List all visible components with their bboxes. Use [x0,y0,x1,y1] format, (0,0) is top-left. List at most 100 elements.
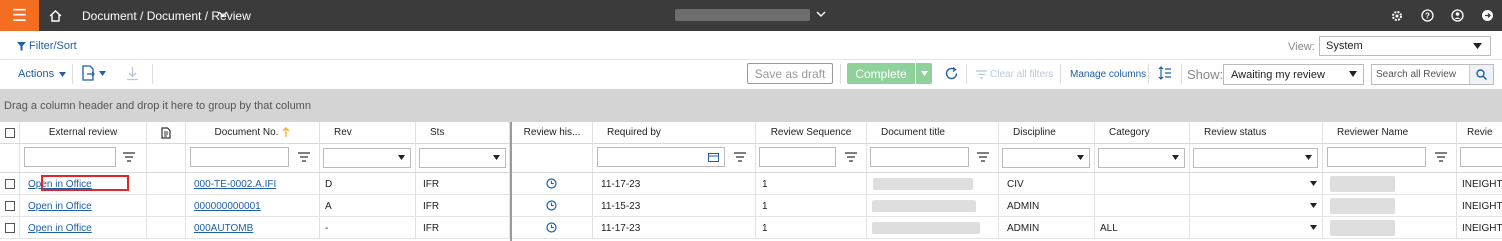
filter-select-review-status[interactable] [1193,148,1318,168]
toolbar-divider [1060,64,1061,84]
filter-input-external-review[interactable] [24,147,116,167]
table-row[interactable]: Open in Office 000000000001 A IFR 11-15-… [0,195,1502,217]
clear-all-filters-button[interactable]: Clear all filters [976,69,1053,80]
table-row[interactable]: Open in Office 000AUTOMB - IFR 11-17-23 … [0,217,1502,239]
column-header-document-title[interactable]: Document title [867,122,999,143]
column-header-reviewer-name[interactable]: Reviewer Name [1323,122,1457,143]
review-status-cell[interactable] [1190,173,1323,194]
export-menu-button[interactable] [82,65,106,81]
clock-icon[interactable] [546,178,557,189]
column-header-external-review[interactable]: External review [20,122,147,143]
refresh-icon[interactable] [944,66,959,84]
filter-select-category[interactable] [1098,148,1185,168]
dropdown-arrow-icon [1310,181,1317,186]
complete-dropdown-button[interactable] [916,63,932,84]
table-row[interactable]: Open in Office 000-TE-0002.A.IFI D IFR 1… [0,173,1502,195]
column-header-review-status[interactable]: Review status [1190,122,1323,143]
search-button[interactable] [1469,65,1493,84]
frozen-column-divider[interactable] [510,122,512,241]
filter-input-last[interactable] [1460,147,1502,167]
calendar-icon[interactable] [708,152,719,162]
clock-icon[interactable] [546,222,557,233]
grid-filter-row [0,144,1502,173]
group-by-drop-zone[interactable]: Drag a column header and drop it here to… [0,89,1502,122]
review-status-cell[interactable] [1190,195,1323,216]
line-height-icon[interactable] [1158,66,1172,83]
show-filter-select[interactable]: Awaiting my review [1223,64,1364,85]
grid-header-row: External review Document No. Rev Sts Rev… [0,122,1502,144]
column-header-discipline[interactable]: Discipline [999,122,1095,143]
document-no-link[interactable]: 000-TE-0002.A.IFI [194,179,276,190]
document-no-cell: 000000000001 [186,195,320,216]
column-header-attachment[interactable] [147,122,186,143]
search-input[interactable] [1372,65,1469,84]
column-header-document-no[interactable]: Document No. [186,122,320,143]
toolbar-divider [1148,64,1149,84]
logout-icon[interactable] [1472,0,1502,31]
complete-button[interactable]: Complete [847,63,915,84]
column-header-category[interactable]: Category [1095,122,1190,143]
filter-input-review-sequence[interactable] [759,147,836,167]
external-review-cell: Open in Office [20,173,147,194]
column-header-required-by[interactable]: Required by [593,122,756,143]
caret-down-icon [920,71,928,76]
category-cell: ALL [1095,217,1190,238]
download-icon[interactable] [126,66,139,84]
view-select[interactable]: System [1319,36,1491,56]
filter-lines-icon[interactable] [734,152,746,162]
review-status-cell[interactable] [1190,217,1323,238]
filter-input-reviewer-name[interactable] [1327,147,1426,167]
filter-select-sts[interactable] [419,148,506,168]
filter-input-document-no[interactable] [190,147,289,167]
account-icon[interactable] [1442,0,1472,31]
filter-input-required-by[interactable] [597,147,725,167]
filter-cell-document-title [867,144,999,172]
search-icon [1476,69,1487,80]
actions-label: Actions [18,68,55,80]
menu-icon[interactable]: ☰ [0,0,39,31]
filter-cell-discipline [999,144,1095,172]
filter-sort-button[interactable]: Filter/Sort [17,40,77,52]
filter-select-rev[interactable] [323,148,411,168]
filter-lines-icon[interactable] [298,152,310,162]
row-checkbox[interactable] [5,223,15,233]
filter-sort-label: Filter/Sort [29,40,77,52]
discipline-cell: ADMIN [999,217,1095,238]
row-checkbox[interactable] [5,201,15,211]
filter-lines-icon[interactable] [1435,152,1447,162]
filter-lines-icon[interactable] [123,152,135,162]
filter-cell-sts [416,144,510,172]
filter-lines-icon[interactable] [977,152,989,162]
filter-lines-icon[interactable] [845,152,857,162]
column-header-sts[interactable]: Sts [416,122,510,143]
manage-columns-button[interactable]: Manage columns [1070,69,1146,80]
project-chevron-down-icon[interactable] [815,8,827,23]
column-header-last[interactable]: Revie [1457,122,1502,143]
row-checkbox[interactable] [5,179,15,189]
toolbar-divider [1181,64,1182,84]
document-no-link[interactable]: 000000000001 [194,201,261,212]
column-header-rev[interactable]: Rev [320,122,416,143]
dropdown-arrow-icon [1473,43,1482,49]
open-in-office-link[interactable]: Open in Office [28,223,92,234]
filter-cell-required-by [593,144,756,172]
column-header-review-sequence[interactable]: Review Sequence [756,122,867,143]
search-box [1371,64,1494,85]
filter-input-document-title[interactable] [870,147,969,167]
help-icon[interactable]: ? [1412,0,1442,31]
open-in-office-link[interactable]: Open in Office [28,201,92,212]
document-no-link[interactable]: 000AUTOMB [194,223,253,234]
column-header-review-history[interactable]: Review his... [512,122,593,143]
settings-icon[interactable] [1382,0,1412,31]
clock-icon[interactable] [546,200,557,211]
toolbar: Actions Save as draft Complete Clear all… [0,60,1502,88]
home-icon[interactable] [45,0,65,31]
actions-menu-button[interactable]: Actions [18,68,67,80]
group-by-hint: Drag a column header and drop it here to… [4,100,311,112]
chevron-down-icon[interactable] [217,8,229,23]
filter-select-discipline[interactable] [1002,148,1090,168]
select-all-cell [0,122,20,143]
filter-cell-attachment [147,144,186,172]
select-all-checkbox[interactable] [5,128,15,138]
save-as-draft-button[interactable]: Save as draft [747,63,833,84]
